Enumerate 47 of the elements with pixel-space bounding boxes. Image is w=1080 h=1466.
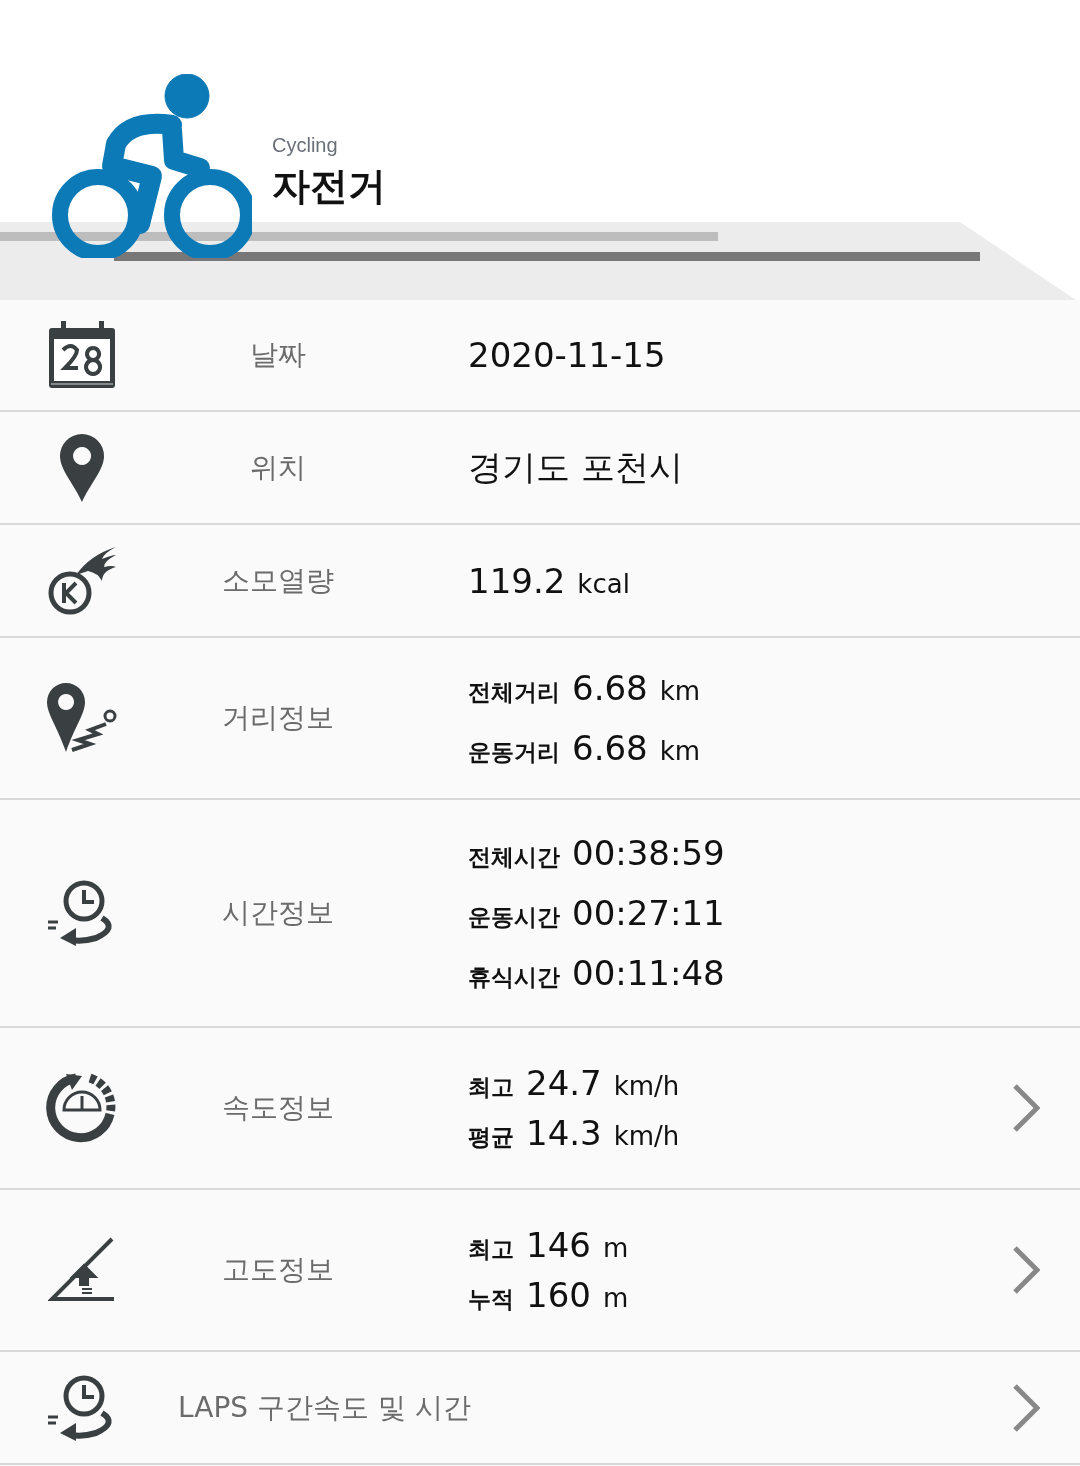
value-label: 운동시간 [468,903,560,932]
unit-label: km [659,736,701,766]
value-label: 평균 [468,1123,514,1152]
stat-label: 소모열량 [221,562,335,599]
unit-label: km/h [613,1121,680,1151]
elevation-icon [48,1237,116,1303]
stat-label: 고도정보 [221,1252,335,1288]
unit-label: kcal [577,568,630,599]
stat-label: 거리정보 [221,700,335,736]
unit-label: km [659,676,701,706]
speedometer-icon [46,1072,118,1144]
stat-value: 00:27:11 [572,893,725,933]
unit-label: m [602,1283,629,1313]
cyclist-icon [50,74,252,258]
unit-label: m [602,1233,629,1263]
stat-value: 160 [526,1275,591,1315]
stat-value: 00:38:59 [572,833,725,873]
stat-value: 경기도 포천시 [468,445,683,489]
stat-label: 날짜 [249,337,307,373]
value-label: 최고 [468,1235,514,1264]
unit-label: km/h [613,1071,680,1101]
stat-value: 6.68 [572,668,648,708]
value-label: 운동거리 [468,738,560,767]
value-label: 누적 [468,1285,514,1314]
chevron-right-icon[interactable] [1012,1245,1040,1295]
location-pin-icon [59,432,105,503]
activity-title: 자전거 [272,163,386,210]
route-pin-icon [46,682,118,754]
calendar-icon [47,320,117,390]
value-label: 전체거리 [468,678,560,707]
stat-value: 14.3 [526,1113,602,1153]
stat-label: 시간정보 [221,895,335,931]
stat-value: 24.7 [526,1063,602,1103]
stat-value: 2020-11-15 [468,335,666,375]
stat-value: 00:11:48 [572,953,725,993]
stat-value: 146 [526,1225,591,1265]
stat-value: 6.68 [572,728,648,768]
activity-subtitle: Cycling [272,134,339,157]
value-label: 최고 [468,1073,514,1102]
value-label: 휴식시간 [468,963,560,992]
laps-link[interactable]: LAPS 구간속도 및 시간 [164,1388,1080,1427]
stat-label: 위치 [249,449,307,486]
chevron-right-icon[interactable] [1012,1382,1040,1433]
chevron-right-icon[interactable] [1012,1083,1040,1133]
stat-value: 119.2 [468,560,566,601]
value-label: 전체시간 [468,843,560,872]
stat-label: 속도정보 [221,1090,335,1126]
